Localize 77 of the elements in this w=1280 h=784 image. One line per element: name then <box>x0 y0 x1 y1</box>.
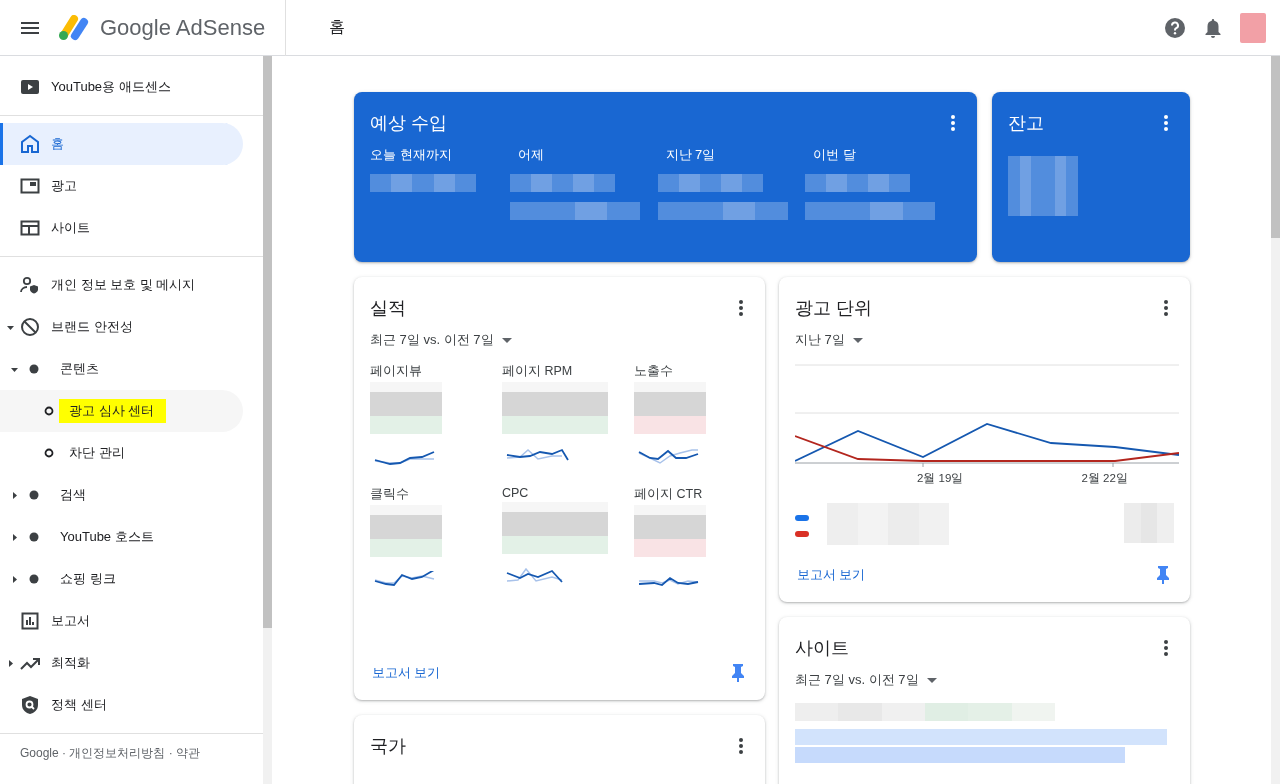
blurred-value <box>1008 156 1078 216</box>
metric-label: 클릭수 <box>370 486 410 503</box>
period-dropdown[interactable]: 최근 7일 vs. 이전 7일 <box>795 671 937 689</box>
card-title: 예상 수입 <box>370 112 447 135</box>
circle-icon <box>44 448 54 458</box>
browser-window-icon <box>20 218 40 238</box>
column-label: 이번 달 <box>813 146 857 164</box>
caret-icon[interactable] <box>11 575 18 583</box>
caret-icon[interactable] <box>11 533 18 541</box>
nav-item[interactable]: 광고 <box>0 165 243 207</box>
nav-item[interactable]: YouTube용 애드센스 <box>0 66 243 108</box>
product-name: Google AdSense <box>100 14 266 41</box>
caret-icon[interactable] <box>11 365 18 373</box>
user-shield-icon <box>20 275 40 295</box>
page-title: 홈 <box>329 17 346 37</box>
metric-label: 페이지 RPM <box>502 363 574 380</box>
home-icon <box>20 134 40 154</box>
nav-item[interactable]: 검색 <box>0 474 243 516</box>
nav-item[interactable]: 차단 관리 <box>0 432 243 474</box>
nav-item[interactable]: 정책 센터 <box>0 684 243 726</box>
metric-label: 노출수 <box>634 363 674 380</box>
column-label: 어제 <box>517 146 545 164</box>
blurred-value <box>1124 503 1174 543</box>
nav-item[interactable]: 광고 심사 센터 <box>0 390 243 432</box>
nav-item[interactable]: 브랜드 안전성 <box>0 306 243 348</box>
caret-icon[interactable] <box>6 659 14 667</box>
view-report-link[interactable]: 보고서 보기 <box>372 664 441 682</box>
more-icon[interactable] <box>1164 300 1168 316</box>
dropdown-icon <box>926 677 937 683</box>
bar-chart-icon <box>20 611 40 631</box>
column-label: 오늘 현재까지 <box>370 146 453 164</box>
more-icon[interactable] <box>951 115 955 131</box>
circle-icon <box>44 406 54 416</box>
nav-item[interactable]: YouTube 호스트 <box>0 516 243 558</box>
footer-links[interactable]: Google · 개인정보처리방침 · 약관 <box>0 741 263 762</box>
more-icon[interactable] <box>1164 115 1168 131</box>
card-title: 광고 단위 <box>795 297 872 320</box>
video-icon <box>20 77 40 97</box>
card-title: 사이트 <box>795 637 849 660</box>
pin-icon[interactable] <box>731 664 745 682</box>
view-report-link[interactable]: 보고서 보기 <box>797 566 866 584</box>
help-icon[interactable] <box>1163 15 1187 40</box>
metric-label: 페이지뷰 <box>370 363 423 380</box>
card-title: 국가 <box>370 735 406 758</box>
nav-item[interactable]: 콘텐츠 <box>0 348 243 390</box>
dropdown-icon <box>501 337 512 343</box>
axis-label: 2월 22일 <box>1081 471 1128 486</box>
card-title: 잔고 <box>1008 112 1044 135</box>
caret-icon[interactable] <box>11 491 18 499</box>
bullet-icon <box>29 490 39 500</box>
caret-icon[interactable] <box>6 323 14 331</box>
bullet-icon <box>29 364 39 374</box>
nav-item[interactable]: 사이트 <box>0 207 243 249</box>
more-icon[interactable] <box>1164 640 1168 656</box>
nav-item[interactable]: 보고서 <box>0 600 243 642</box>
nav-item[interactable]: 홈 <box>0 123 243 165</box>
scrollbar[interactable] <box>1271 56 1280 784</box>
bullet-icon <box>29 574 39 584</box>
nav-item[interactable]: 쇼핑 링크 <box>0 558 243 600</box>
nav-item[interactable]: 최적화 <box>0 642 243 684</box>
period-dropdown[interactable]: 지난 7일 <box>795 331 1174 349</box>
scrollbar[interactable] <box>263 56 272 784</box>
bullet-icon <box>29 532 39 542</box>
axis-label: 2월 19일 <box>917 471 964 486</box>
metric-label: CPC <box>502 486 530 500</box>
shield-search-icon <box>20 695 40 715</box>
more-icon[interactable] <box>739 738 743 754</box>
column-label: 지난 7일 <box>665 146 717 164</box>
period-dropdown[interactable]: 최근 7일 vs. 이전 7일 <box>370 331 749 349</box>
more-icon[interactable] <box>739 300 743 316</box>
nav-item[interactable]: 개인 정보 보호 및 메시지 <box>0 264 243 306</box>
pin-icon[interactable] <box>1156 566 1170 584</box>
ad-icon <box>20 176 40 196</box>
metric-label: 페이지 CTR <box>634 486 704 503</box>
dropdown-icon <box>852 337 863 343</box>
card-title: 실적 <box>370 297 406 320</box>
block-icon <box>20 317 40 337</box>
